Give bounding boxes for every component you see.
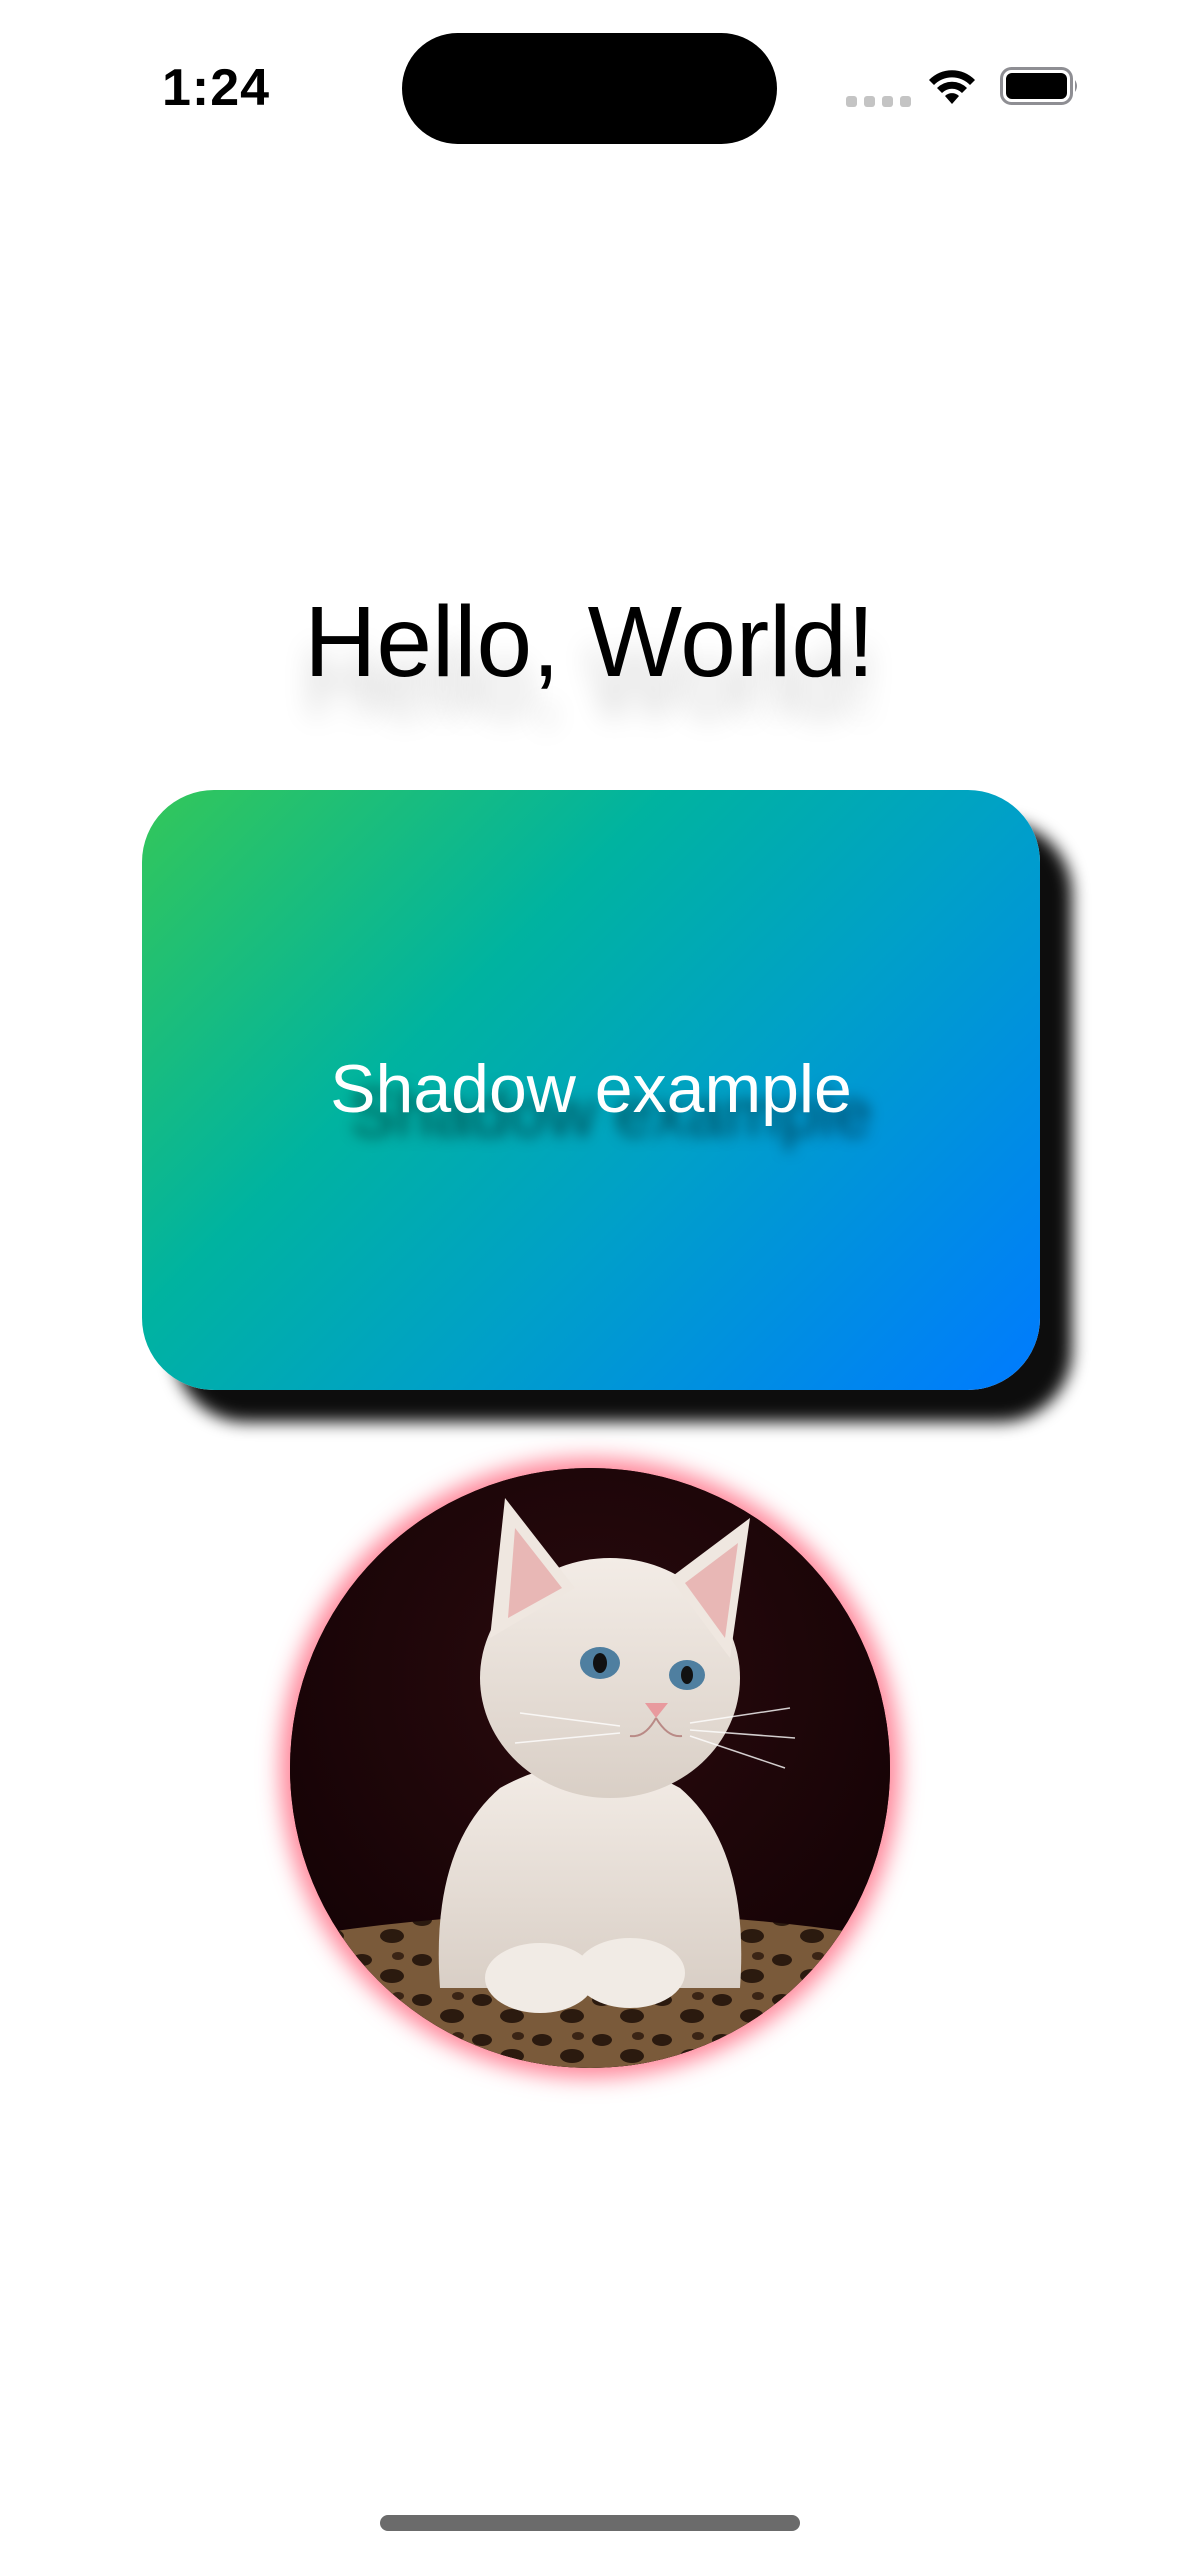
status-bar: 1:24: [0, 0, 1179, 170]
gradient-card: Shadow example: [142, 790, 1040, 1390]
home-indicator[interactable]: [380, 2515, 800, 2531]
status-time: 1:24: [162, 59, 271, 117]
wifi-icon: [929, 70, 975, 104]
cellular-signal-icon: [846, 96, 911, 107]
cat-illustration: [290, 1468, 890, 2068]
cat-photo: [290, 1468, 890, 2068]
battery-icon: [1000, 67, 1077, 105]
hello-title: Hello, World!: [304, 586, 875, 698]
dynamic-island: [402, 33, 777, 144]
card-label: Shadow example: [330, 1051, 852, 1127]
